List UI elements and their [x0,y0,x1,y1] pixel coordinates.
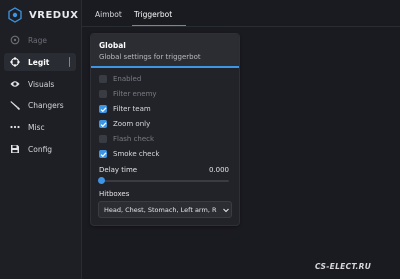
delay-slider-track[interactable] [101,180,229,182]
target-icon [10,35,20,45]
sidebar-item-misc[interactable]: Misc [4,118,76,136]
sidebar-item-label: Misc [28,122,45,132]
delay-slider-handle[interactable] [98,177,105,184]
option-enabled[interactable]: Enabled [99,75,141,83]
option-flash-check[interactable]: Flash check [99,135,154,143]
crosshair-icon [10,57,20,67]
hitboxes-label: Hitboxes [99,190,130,198]
sidebar-item-rage[interactable]: Rage [4,31,76,49]
panel-title: Global [99,41,126,50]
checkbox[interactable] [99,75,107,83]
hitboxes-select[interactable]: Head, Chest, Stomach, Left arm, R [98,201,232,218]
checkbox-checked[interactable] [99,120,107,128]
sidebar-item-visuals[interactable]: Visuals [4,75,76,93]
brand-name: VREDUX [29,9,79,21]
tab-aimbot[interactable]: Aimbot [95,10,122,19]
check-icon [100,151,106,157]
option-filter-enemy[interactable]: Filter enemy [99,90,157,98]
delay-label: Delay time [99,166,138,174]
eye-icon [10,79,20,89]
brand-logo-icon [8,7,22,23]
delay-value: 0.000 [208,166,229,174]
settings-panel: Global Global settings for triggerbot En… [90,33,240,226]
tab-triggerbot[interactable]: Triggerbot [134,10,172,19]
sidebar-item-legit[interactable]: Legit [4,53,76,71]
check-icon [100,106,106,112]
save-icon [10,144,20,154]
dots-icon [10,122,20,132]
chevron-down-icon [223,208,229,212]
check-icon [100,121,106,127]
header-divider [81,26,400,27]
checkbox[interactable] [99,90,107,98]
checkbox-checked[interactable] [99,150,107,158]
panel-header-accent [91,66,239,68]
option-filter-team[interactable]: Filter team [99,105,151,113]
option-label: Flash check [113,135,155,143]
sidebar-item-label: Visuals [28,79,55,89]
knife-icon [10,100,20,110]
hitboxes-selected: Head, Chest, Stomach, Left arm, R [104,205,217,214]
checkbox[interactable] [99,135,107,143]
sidebar: VREDUX Rage Legit Visuals Changers Misc [0,0,82,279]
tab-bar: Aimbot Triggerbot [81,0,400,26]
option-label: Smoke check [113,150,160,158]
sidebar-item-config[interactable]: Config [4,140,76,158]
sidebar-item-label: Rage [28,35,48,45]
brand: VREDUX [7,7,78,23]
option-label: Enabled [113,75,142,83]
option-label: Filter enemy [113,90,157,98]
watermark: CS-ELECT.RU [315,262,372,271]
sidebar-item-changers[interactable]: Changers [4,96,76,114]
sidebar-item-label: Config [28,144,53,154]
option-smoke-check[interactable]: Smoke check [99,150,159,158]
panel-subtitle: Global settings for triggerbot [99,53,201,61]
sidebar-item-label: Legit [28,57,50,67]
option-label: Zoom only [113,120,151,128]
option-label: Filter team [113,105,151,113]
panel-header: Global Global settings for triggerbot [91,34,239,68]
sidebar-item-label: Changers [28,100,64,110]
checkbox-checked[interactable] [99,105,107,113]
option-zoom-only[interactable]: Zoom only [99,120,150,128]
